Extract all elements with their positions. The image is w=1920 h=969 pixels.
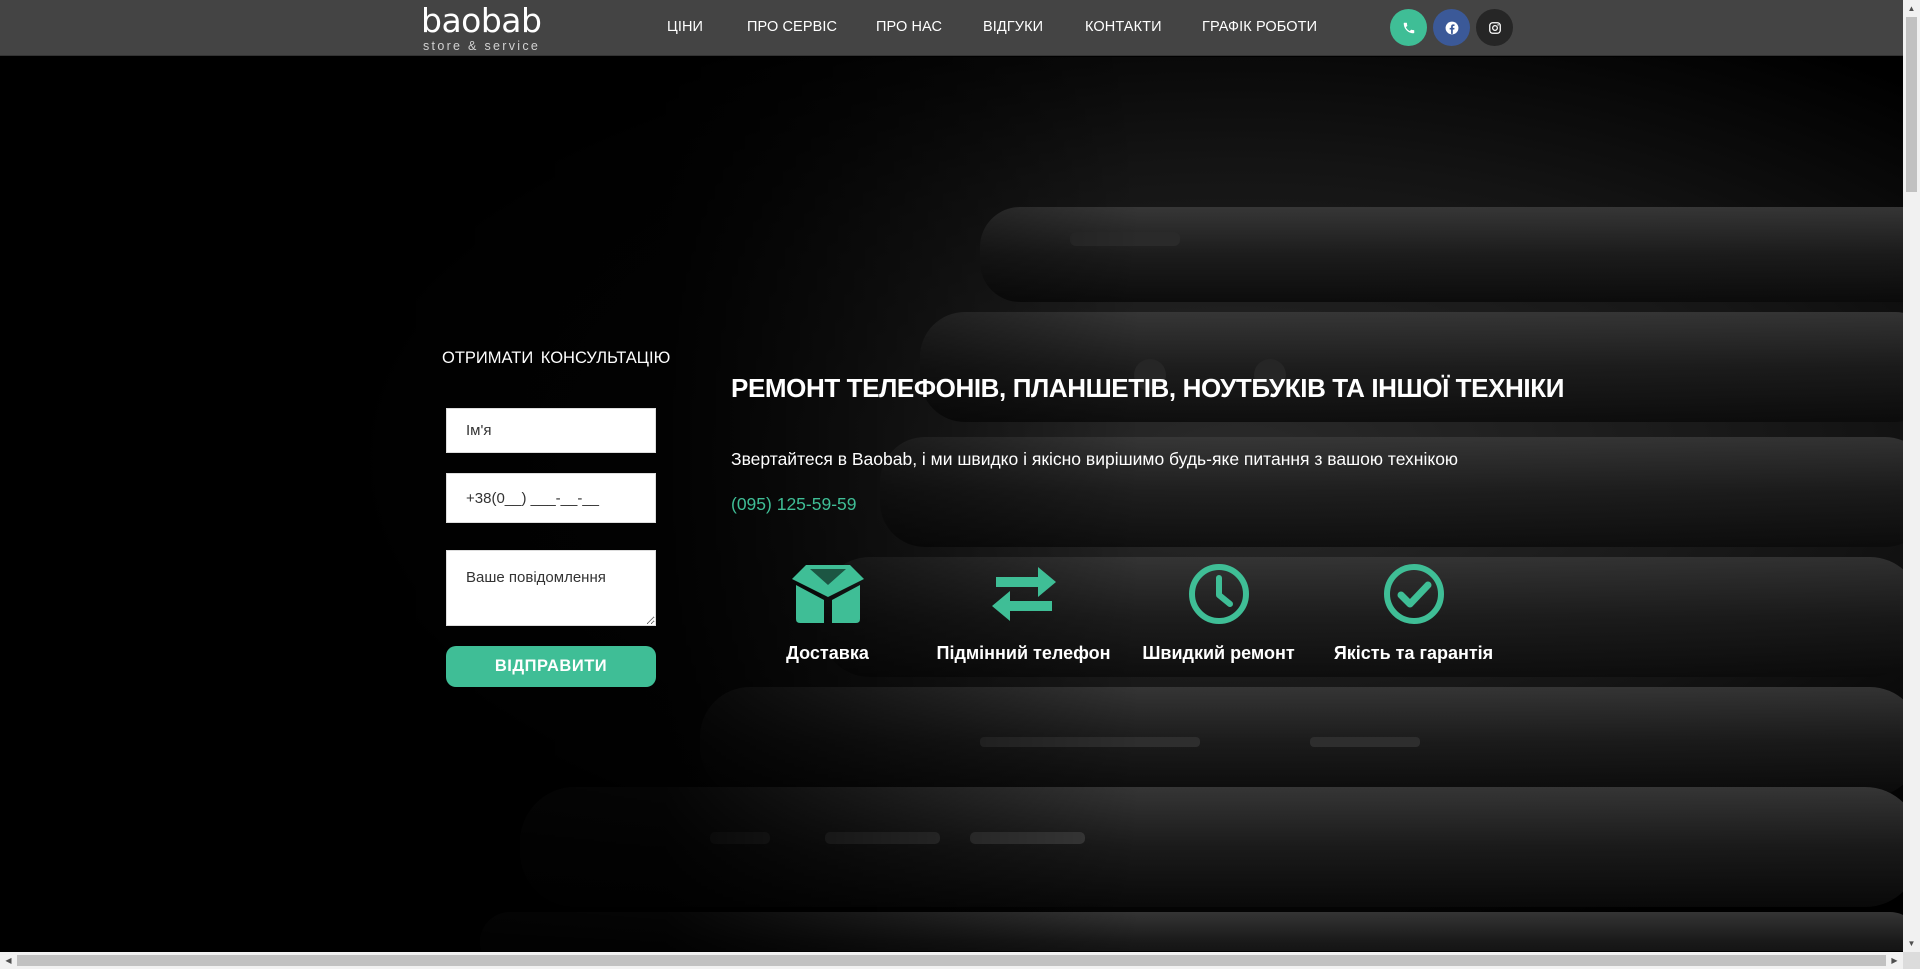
facebook-icon [1445,21,1458,34]
instagram-icon [1488,21,1501,34]
horizontal-scroll-thumb[interactable] [17,955,1886,966]
nav-item-schedule[interactable]: ГРАФІК РОБОТИ [1202,19,1317,35]
message-textarea[interactable] [446,550,656,626]
nav-item-reviews[interactable]: ВІДГУКИ [983,19,1043,35]
consultation-form-title: ОТРИМАТИ КОНСУЛЬТАЦІЮ [442,349,671,367]
logo-text: baobab [421,1,542,40]
nav-item-about-service[interactable]: ПРО СЕРВІС [747,19,837,35]
feature-replacement-phone: Підмінний телефон [926,563,1121,664]
feature-label: Швидкий ремонт [1142,643,1295,663]
horizontal-scrollbar[interactable]: ◀ ▶ [0,952,1903,969]
vertical-scroll-thumb[interactable] [1906,17,1917,192]
box-icon [791,565,864,623]
name-input[interactable] [446,408,656,453]
logo[interactable]: baobab store & service [421,1,549,54]
swap-arrows-icon [991,567,1056,621]
facebook-button[interactable] [1433,9,1470,46]
scroll-up-arrow-icon[interactable]: ▲ [1903,0,1920,17]
hero-section [0,57,1903,951]
feature-quality-guarantee: Якість та гарантія [1316,563,1511,664]
clock-icon [1188,564,1249,624]
phone-icon [1403,22,1414,33]
phone-button[interactable] [1390,9,1427,46]
hero-title: РЕМОНТ ТЕЛЕФОНІВ, ПЛАНШЕТІВ, НОУТБУКІВ Т… [731,373,1565,403]
hero-subtitle: Звертайтеся в Baobab, і ми швидко і якіс… [731,449,1459,469]
feature-label: Якість та гарантія [1333,643,1494,663]
nav-item-contacts[interactable]: КОНТАКТИ [1085,19,1162,35]
vertical-scrollbar[interactable]: ▲ ▼ [1903,0,1920,952]
phone-input[interactable] [446,473,656,523]
phones-background-image [0,57,1903,951]
site-header: baobab store & service ЦІНИ ПРО СЕРВІС П… [0,0,1903,56]
nav-item-prices[interactable]: ЦІНИ [667,19,703,35]
hero-phone-link[interactable]: (095) 125-59-59 [731,494,857,515]
submit-button[interactable]: ВІДПРАВИТИ [446,646,656,687]
scroll-left-arrow-icon[interactable]: ◀ [0,952,17,969]
check-circle-icon [1383,564,1444,624]
instagram-button[interactable] [1476,9,1513,46]
logo-tagline: store & service [423,39,541,53]
scrollbar-corner [1903,952,1920,969]
nav-item-about-us[interactable]: ПРО НАС [876,19,942,35]
scroll-right-arrow-icon[interactable]: ▶ [1886,952,1903,969]
scroll-down-arrow-icon[interactable]: ▼ [1903,935,1920,952]
feature-label: Доставка [786,643,869,663]
feature-fast-repair: Швидкий ремонт [1121,563,1316,664]
feature-label: Підмінний телефон [936,643,1111,663]
feature-delivery: Доставка [730,563,925,664]
